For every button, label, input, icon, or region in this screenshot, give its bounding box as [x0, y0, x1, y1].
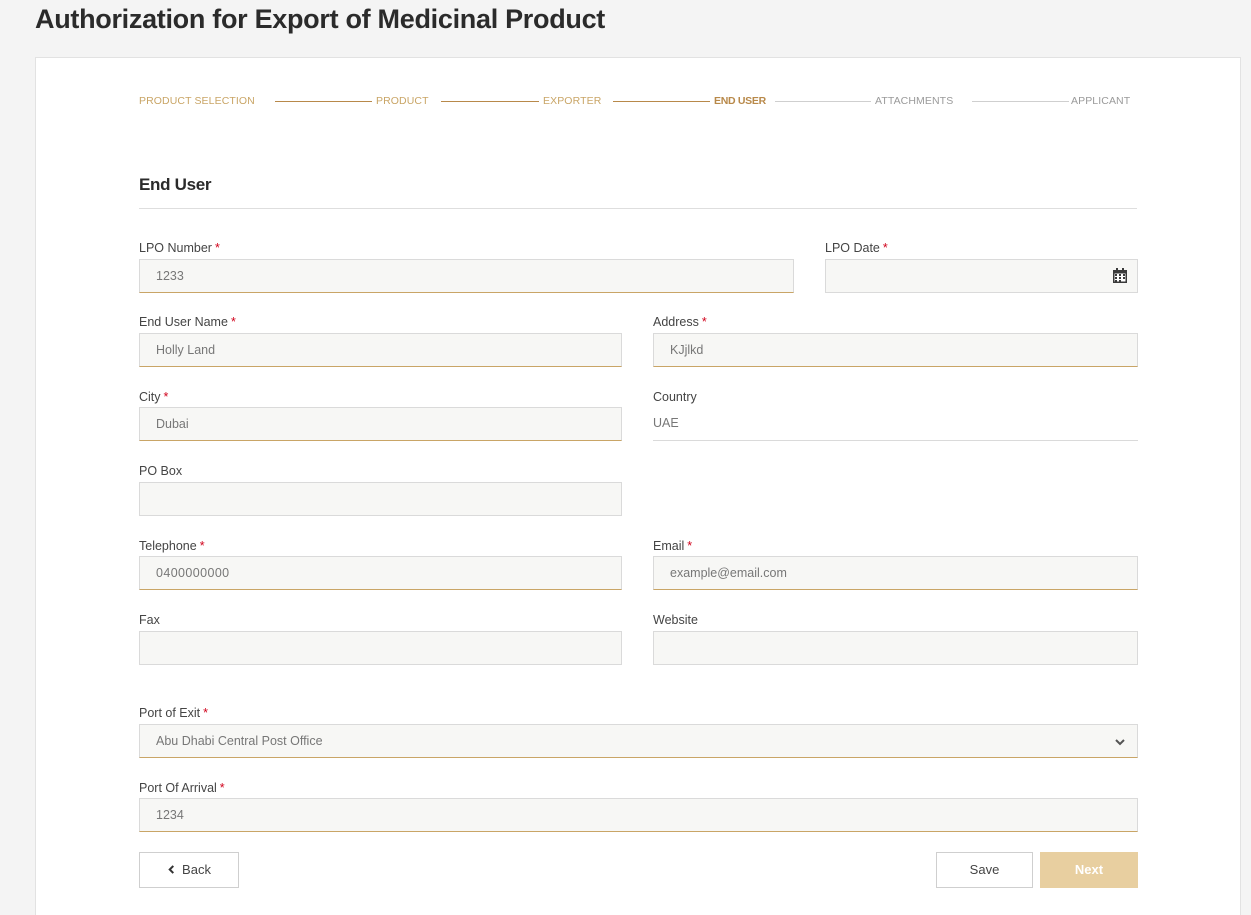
fax-label: Fax — [139, 613, 160, 627]
chevron-left-icon — [168, 865, 175, 874]
calendar-icon[interactable] — [1112, 268, 1128, 284]
city-input[interactable]: Dubai — [139, 407, 622, 441]
telephone-input[interactable]: 0400000000 — [139, 556, 622, 590]
step-connector — [972, 101, 1069, 102]
country-label: Country — [653, 390, 697, 404]
step-applicant[interactable]: APPLICANT — [1071, 94, 1130, 108]
port-of-exit-value: Abu Dhabi Central Post Office — [156, 734, 323, 748]
step-attachments[interactable]: ATTACHMENTS — [875, 94, 953, 108]
step-exporter[interactable]: EXPORTER — [543, 94, 601, 108]
end-user-name-input[interactable]: Holly Land — [139, 333, 622, 367]
country-field: UAE — [653, 407, 1138, 441]
port-of-exit-select[interactable]: Abu Dhabi Central Post Office — [139, 724, 1138, 758]
step-connector — [275, 101, 372, 102]
po-box-input[interactable] — [139, 482, 622, 516]
lpo-date-input[interactable] — [825, 259, 1138, 293]
back-button[interactable]: Back — [139, 852, 239, 888]
website-input[interactable] — [653, 631, 1138, 665]
step-connector — [613, 101, 710, 102]
step-connector — [775, 101, 871, 102]
section-divider — [139, 208, 1137, 209]
lpo-number-input[interactable]: 1233 — [139, 259, 794, 293]
page-title: Authorization for Export of Medicinal Pr… — [35, 4, 605, 34]
email-input[interactable]: example@email.com — [653, 556, 1138, 590]
port-of-arrival-label: Port Of Arrival * — [139, 781, 225, 795]
save-button[interactable]: Save — [936, 852, 1033, 888]
step-product-selection[interactable]: PRODUCT SELECTION — [139, 94, 255, 108]
fax-input[interactable] — [139, 631, 622, 665]
website-label: Website — [653, 613, 698, 627]
next-button[interactable]: Next — [1040, 852, 1138, 888]
end-user-name-label: End User Name * — [139, 315, 236, 329]
step-end-user[interactable]: END USER — [714, 94, 766, 108]
address-input[interactable]: KJjlkd — [653, 333, 1138, 367]
progress-stepper: PRODUCT SELECTION PRODUCT EXPORTER END U… — [139, 94, 1137, 110]
back-button-label: Back — [182, 862, 211, 877]
city-label: City * — [139, 390, 169, 404]
lpo-number-label: LPO Number * — [139, 241, 220, 255]
chevron-down-icon[interactable] — [1114, 736, 1126, 748]
telephone-label: Telephone * — [139, 539, 205, 553]
step-connector — [441, 101, 539, 102]
email-label: Email * — [653, 539, 693, 553]
section-title: End User — [139, 175, 212, 194]
port-of-exit-label: Port of Exit * — [139, 706, 209, 720]
po-box-label: PO Box — [139, 464, 183, 478]
step-product[interactable]: PRODUCT — [376, 94, 429, 108]
lpo-date-label: LPO Date * — [825, 241, 888, 255]
address-label: Address * — [653, 315, 707, 329]
port-of-arrival-input[interactable]: 1234 — [139, 798, 1138, 832]
form-card: PRODUCT SELECTION PRODUCT EXPORTER END U… — [35, 57, 1241, 915]
